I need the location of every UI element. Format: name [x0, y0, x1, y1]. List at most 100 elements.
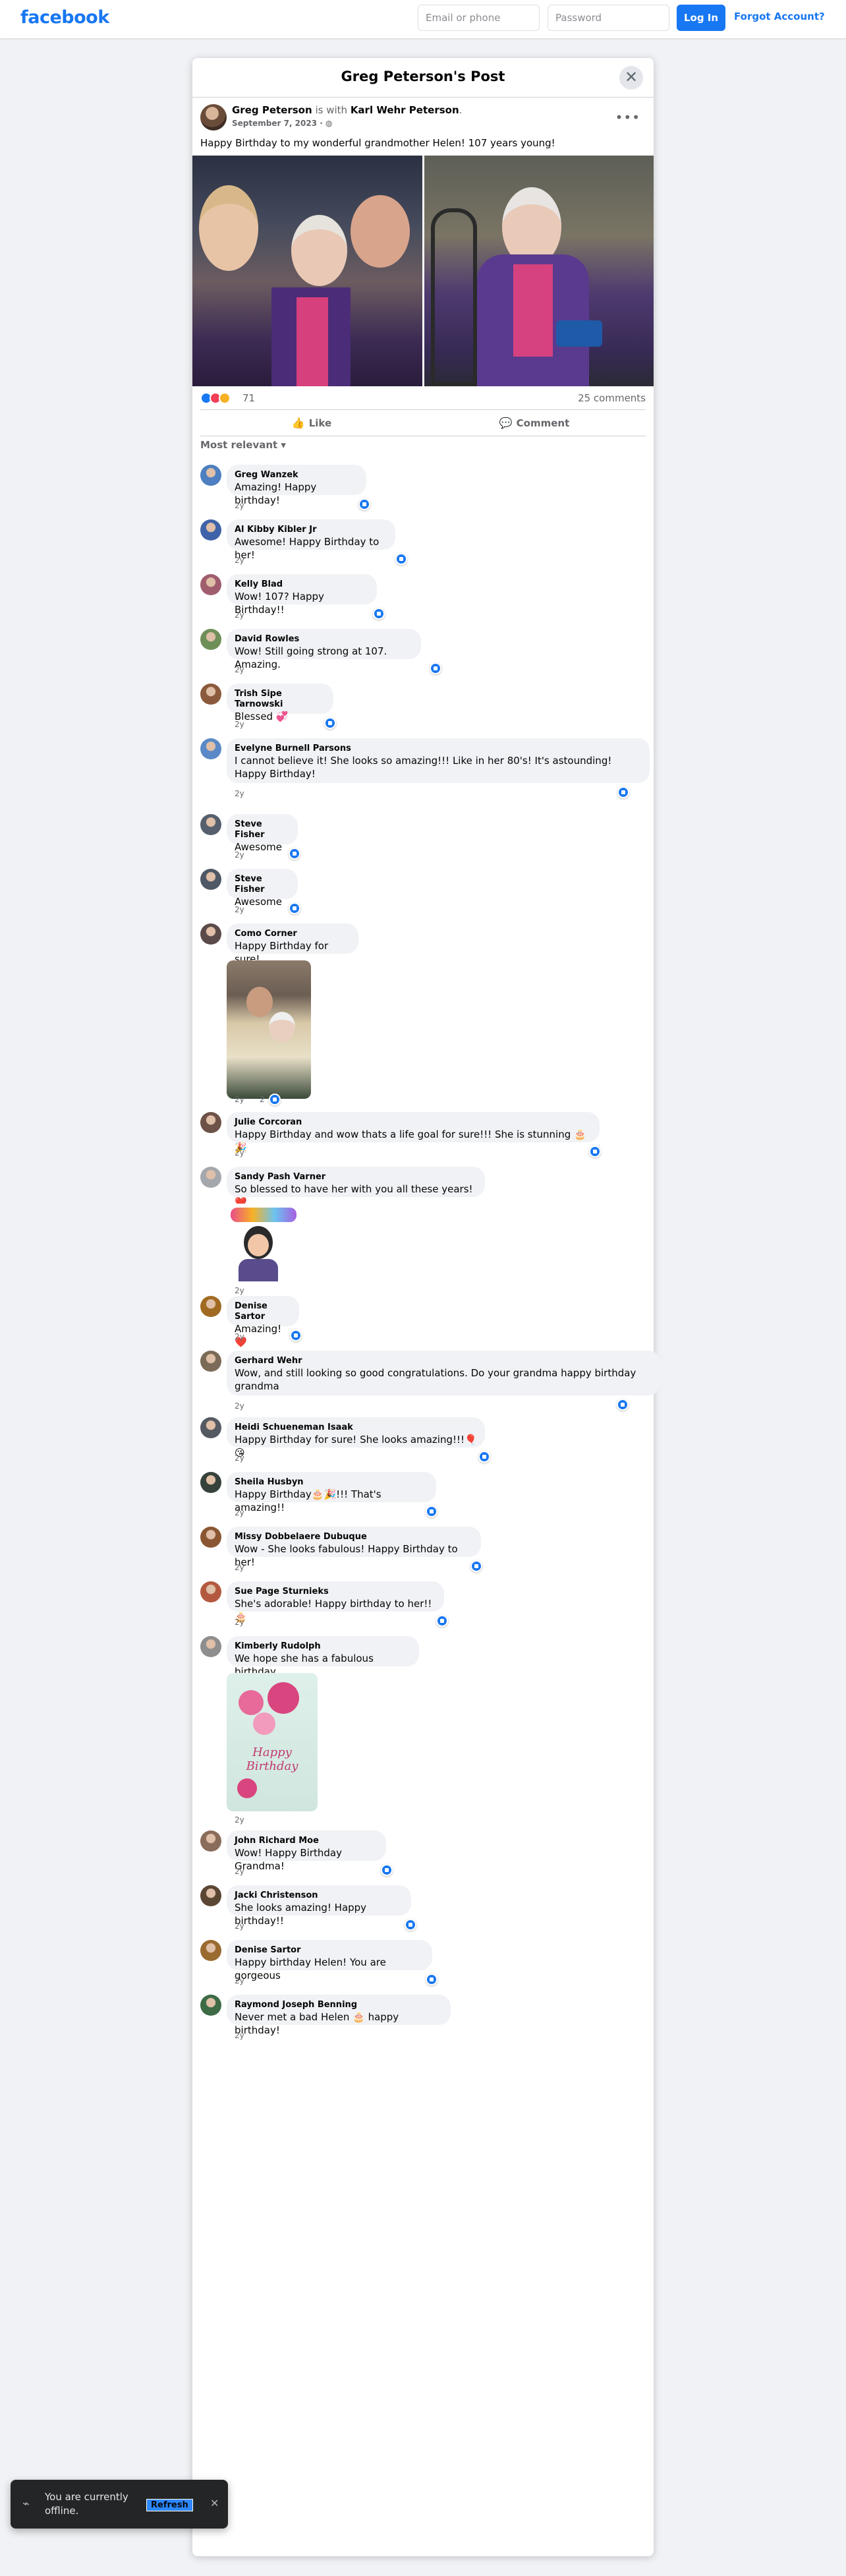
commenter-name[interactable]: Julie Corcoran — [235, 1117, 592, 1128]
commenter-avatar[interactable] — [200, 1296, 221, 1317]
close-icon[interactable]: ✕ — [210, 2497, 219, 2509]
comment-timestamp[interactable]: 2y — [235, 905, 244, 914]
commenter-name[interactable]: Steve Fisher — [235, 819, 290, 840]
comment-timestamp[interactable]: 2y — [235, 789, 244, 798]
commenter-name[interactable]: Raymond Joseph Benning — [235, 2000, 443, 2010]
commenter-name[interactable]: Greg Wanzek — [235, 470, 358, 481]
comment-timestamp[interactable]: 2y — [235, 1286, 244, 1295]
login-button[interactable]: Log In — [677, 5, 725, 31]
commenter-avatar[interactable] — [200, 1995, 221, 2016]
commenter-name[interactable]: Al Kibby Kibler Jr — [235, 525, 387, 535]
commenter-avatar[interactable] — [200, 1830, 221, 1852]
like-reaction-icon[interactable] — [373, 608, 385, 620]
commenter-name[interactable]: Missy Dobbelaere Dubuque — [235, 1532, 473, 1542]
like-reaction-icon[interactable] — [478, 1451, 490, 1463]
commenter-avatar[interactable] — [200, 1636, 221, 1657]
comment-timestamp[interactable]: 2y — [235, 1618, 244, 1627]
commenter-avatar[interactable] — [200, 1940, 221, 1961]
commenter-name[interactable]: Steve Fisher — [235, 874, 290, 895]
commenter-avatar[interactable] — [200, 1351, 221, 1372]
comment-button[interactable]: 💬 Comment — [423, 410, 646, 436]
forgot-account-link[interactable]: Forgot Account? — [734, 11, 825, 22]
like-reaction-icon[interactable] — [358, 498, 370, 510]
reaction-count[interactable]: 71 — [242, 392, 255, 404]
comment-timestamp[interactable]: 2y — [235, 720, 244, 729]
like-reaction-icon[interactable] — [289, 902, 300, 914]
like-reaction-icon[interactable] — [395, 553, 407, 565]
post-date[interactable]: September 7, 2023 — [232, 119, 317, 128]
like-reaction-icon[interactable] — [617, 786, 629, 798]
commenter-name[interactable]: John Richard Moe — [235, 1836, 378, 1846]
comment-timestamp[interactable]: 2y — [235, 850, 244, 860]
like-reaction-icon[interactable] — [324, 717, 336, 729]
comment-timestamp[interactable]: 2y — [235, 501, 244, 510]
comment-timestamp[interactable]: 2y — [235, 1332, 244, 1341]
like-reaction-icon[interactable] — [430, 662, 441, 674]
commenter-avatar[interactable] — [200, 923, 221, 945]
like-reaction-icon[interactable] — [426, 1506, 437, 1517]
tagged-name[interactable]: Karl Wehr Peterson — [351, 104, 459, 116]
commenter-name[interactable]: Como Corner — [235, 929, 351, 939]
refresh-button[interactable]: Refresh — [146, 2499, 193, 2511]
commenter-avatar[interactable] — [200, 869, 221, 890]
commenter-name[interactable]: Denise Sartor — [235, 1945, 424, 1956]
commenter-name[interactable]: Denise Sartor — [235, 1301, 291, 1322]
reaction-icons[interactable] — [200, 392, 231, 404]
email-or-phone-input[interactable] — [418, 5, 540, 31]
like-reaction-icon[interactable] — [405, 1919, 416, 1931]
like-reaction-icon[interactable] — [381, 1864, 393, 1876]
comment-like-count[interactable]: 2 — [260, 1095, 265, 1104]
author-name[interactable]: Greg Peterson — [232, 104, 312, 116]
comment-timestamp[interactable]: 2y — [235, 1563, 244, 1572]
post-photo-2[interactable] — [424, 156, 654, 386]
comment-timestamp[interactable]: 2y — [235, 1815, 244, 1825]
author-avatar[interactable] — [200, 104, 227, 131]
comment-timestamp[interactable]: 2y — [235, 1148, 244, 1157]
commenter-name[interactable]: Sue Page Sturnieks — [235, 1587, 436, 1597]
comment-timestamp[interactable]: 2y — [235, 556, 244, 565]
more-options-icon[interactable]: ••• — [615, 109, 640, 125]
comment-count[interactable]: 25 comments — [578, 392, 646, 404]
comment-sort-dropdown[interactable]: Most relevant ▾ — [200, 439, 646, 457]
commenter-avatar[interactable] — [200, 1472, 221, 1493]
commenter-name[interactable]: Kelly Blad — [235, 579, 369, 590]
facebook-logo[interactable]: facebook — [20, 7, 109, 28]
comment-timestamp[interactable]: 2y — [235, 1867, 244, 1876]
commenter-name[interactable]: David Rowles — [235, 634, 413, 645]
commenter-avatar[interactable] — [200, 1581, 221, 1602]
happy-birthday-card-image[interactable]: Happy Birthday — [227, 1673, 318, 1811]
commenter-name[interactable]: Sheila Husbyn — [235, 1477, 428, 1488]
commenter-avatar[interactable] — [200, 629, 221, 650]
like-reaction-icon[interactable] — [617, 1399, 629, 1411]
commenter-avatar[interactable] — [200, 465, 221, 486]
commenter-avatar[interactable] — [200, 814, 221, 835]
like-reaction-icon[interactable] — [290, 1330, 302, 1341]
like-reaction-icon[interactable] — [470, 1560, 482, 1572]
password-input[interactable] — [548, 5, 669, 31]
like-reaction-icon[interactable] — [436, 1615, 448, 1627]
commenter-avatar[interactable] — [200, 738, 221, 759]
commenter-name[interactable]: Trish Sipe Tarnowski — [235, 689, 325, 710]
comment-photo[interactable] — [227, 960, 311, 1099]
commenter-name[interactable]: Evelyne Burnell Parsons — [235, 744, 642, 754]
comment-timestamp[interactable]: 2y — [235, 1921, 244, 1931]
like-reaction-icon[interactable] — [426, 1974, 437, 1985]
comment-timestamp[interactable]: 2y — [235, 665, 244, 674]
commenter-avatar[interactable] — [200, 684, 221, 705]
commenter-name[interactable]: Gerhard Wehr — [235, 1356, 652, 1366]
commenter-avatar[interactable] — [200, 1112, 221, 1133]
comment-timestamp[interactable]: 2y — [235, 1453, 244, 1463]
like-reaction-icon[interactable] — [289, 848, 300, 860]
commenter-name[interactable]: Heidi Schueneman Isaak — [235, 1422, 477, 1433]
comment-timestamp[interactable]: 2y — [235, 1401, 244, 1411]
commenter-name[interactable]: Jacki Christenson — [235, 1890, 403, 1901]
comment-timestamp[interactable]: 2y — [235, 1976, 244, 1985]
comment-timestamp[interactable]: 2y — [235, 1508, 244, 1517]
commenter-avatar[interactable] — [200, 1167, 221, 1188]
close-dialog-button[interactable]: ✕ — [619, 66, 643, 90]
commenter-avatar[interactable] — [200, 574, 221, 595]
commenter-avatar[interactable] — [200, 1527, 221, 1548]
commenter-avatar[interactable] — [200, 1417, 221, 1438]
post-photo-1[interactable] — [192, 156, 422, 386]
birthday-gif-sticker[interactable] — [227, 1204, 306, 1283]
